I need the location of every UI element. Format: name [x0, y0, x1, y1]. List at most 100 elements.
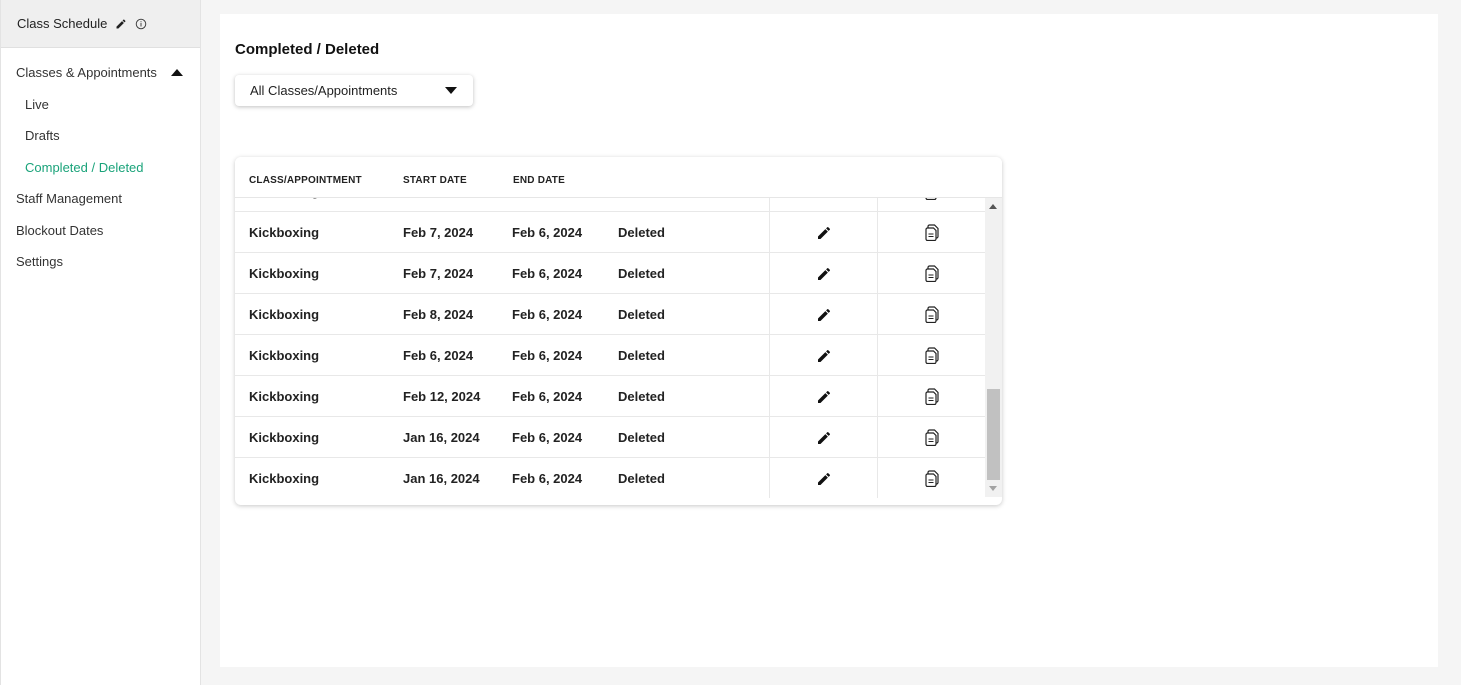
pencil-icon: [817, 472, 830, 485]
cell-class-name: Kickboxing: [249, 307, 320, 322]
cell-start-date: Feb 7, 2024: [403, 198, 473, 212]
table-header: CLASS/APPOINTMENT START DATE END DATE: [235, 157, 1002, 198]
cell-class-name: Kickboxing: [249, 471, 320, 486]
table-row: Kickboxing Feb 7, 2024 Feb 6, 2024 Delet…: [235, 253, 985, 294]
duplicate-button[interactable]: [877, 294, 985, 335]
copy-icon: [924, 198, 937, 200]
main-panel: Completed / Deleted All Classes/Appointm…: [220, 14, 1438, 667]
duplicate-button[interactable]: [877, 335, 985, 376]
cell-status: Deleted: [618, 471, 665, 486]
nav-classes-appointments[interactable]: Classes & Appointments: [1, 62, 200, 94]
cell-status: Deleted: [618, 198, 665, 212]
duplicate-button[interactable]: [877, 376, 985, 417]
copy-icon: [924, 470, 939, 487]
duplicate-button[interactable]: [877, 212, 985, 253]
cell-start-date: Feb 12, 2024: [403, 389, 481, 404]
table-row: Kickboxing Feb 12, 2024 Feb 6, 2024 Dele…: [235, 376, 985, 417]
header-class-appointment[interactable]: CLASS/APPOINTMENT: [249, 175, 362, 186]
scrollbar-thumb[interactable]: [987, 389, 1000, 480]
cell-end-date: Feb 6, 2024: [512, 225, 583, 240]
duplicate-button[interactable]: [877, 458, 985, 498]
caret-up-icon: [170, 69, 183, 76]
cell-start-date: Jan 16, 2024: [403, 471, 480, 486]
header-start-date[interactable]: START DATE: [403, 175, 467, 186]
schedule-title: Class Schedule: [17, 16, 108, 31]
info-icon[interactable]: [135, 18, 147, 30]
filter-selected-value: All Classes/Appointments: [250, 83, 398, 98]
nav-settings[interactable]: Settings: [1, 251, 200, 283]
cell-class-name: Kickboxing: [249, 348, 320, 363]
cell-end-date: Feb 6, 2024: [512, 266, 583, 281]
nav-staff-management[interactable]: Staff Management: [1, 188, 200, 220]
cell-start-date: Feb 7, 2024: [403, 266, 474, 281]
duplicate-button[interactable]: [877, 417, 985, 458]
pencil-icon: [817, 390, 830, 403]
cell-class-name: Kickboxing: [249, 389, 320, 404]
cell-end-date: Feb 6, 2024: [512, 348, 583, 363]
copy-icon: [924, 429, 939, 446]
nav-completed-deleted[interactable]: Completed / Deleted: [1, 157, 200, 189]
table-row: Kickboxing Feb 8, 2024 Feb 6, 2024 Delet…: [235, 294, 985, 335]
edit-button[interactable]: [769, 198, 877, 212]
edit-button[interactable]: [769, 458, 877, 498]
copy-icon: [924, 347, 939, 364]
cell-start-date: Jan 16, 2024: [403, 430, 480, 445]
page-title: Completed / Deleted: [235, 41, 380, 58]
table-body: Kickboxing Feb 7, 2024 Feb 6, 2024 Delet…: [235, 198, 985, 498]
header-end-date[interactable]: END DATE: [513, 175, 565, 186]
edit-button[interactable]: [769, 212, 877, 253]
table-body-viewport[interactable]: Kickboxing Feb 7, 2024 Feb 6, 2024 Delet…: [235, 198, 985, 498]
edit-button[interactable]: [769, 417, 877, 458]
cell-class-name: Kickboxing: [249, 266, 320, 281]
filter-dropdown[interactable]: All Classes/Appointments: [235, 75, 473, 106]
cell-start-date: Feb 7, 2024: [403, 225, 474, 240]
nav-drafts[interactable]: Drafts: [1, 125, 200, 157]
chevron-down-icon: [445, 87, 457, 94]
nav-live[interactable]: Live: [1, 94, 200, 126]
edit-button[interactable]: [769, 294, 877, 335]
sidebar: Class Schedule Classes & Appointments Li…: [0, 0, 201, 685]
cell-class-name: Kickboxing: [249, 430, 320, 445]
pencil-icon: [817, 308, 830, 321]
copy-icon: [924, 265, 939, 282]
table-row: Kickboxing Jan 16, 2024 Feb 6, 2024 Dele…: [235, 417, 985, 458]
duplicate-button[interactable]: [877, 253, 985, 294]
cell-class-name: Kickboxing: [249, 198, 319, 212]
cell-end-date: Feb 6, 2024: [512, 307, 583, 322]
copy-icon: [924, 224, 939, 241]
cell-status: Deleted: [618, 266, 665, 281]
table-row: Kickboxing Feb 7, 2024 Feb 6, 2024 Delet…: [235, 212, 985, 253]
cell-status: Deleted: [618, 307, 665, 322]
cell-status: Deleted: [618, 430, 665, 445]
cell-end-date: Feb 6, 2024: [512, 198, 582, 212]
copy-icon: [924, 306, 939, 323]
pencil-icon[interactable]: [115, 18, 127, 30]
cell-start-date: Feb 6, 2024: [403, 348, 474, 363]
nav-classes-label: Classes & Appointments: [16, 65, 157, 80]
duplicate-button[interactable]: [877, 198, 985, 212]
edit-button[interactable]: [769, 376, 877, 417]
table-row: Kickboxing Feb 6, 2024 Feb 6, 2024 Delet…: [235, 335, 985, 376]
pencil-icon: [816, 198, 832, 200]
cell-end-date: Feb 6, 2024: [512, 471, 583, 486]
pencil-icon: [817, 267, 830, 280]
scroll-up-arrow-icon[interactable]: [989, 204, 997, 209]
cell-status: Deleted: [618, 348, 665, 363]
cell-end-date: Feb 6, 2024: [512, 389, 583, 404]
pencil-icon: [817, 431, 830, 444]
cell-status: Deleted: [618, 389, 665, 404]
scroll-down-arrow-icon[interactable]: [989, 486, 997, 491]
edit-button[interactable]: [769, 253, 877, 294]
pencil-icon: [817, 226, 830, 239]
copy-icon: [924, 388, 939, 405]
edit-button[interactable]: [769, 335, 877, 376]
sidebar-nav: Classes & Appointments Live Drafts Compl…: [1, 48, 200, 283]
table-scrollbar[interactable]: [985, 198, 1002, 497]
cell-class-name: Kickboxing: [249, 225, 320, 240]
sidebar-header: Class Schedule: [1, 0, 200, 48]
cell-status: Deleted: [618, 225, 665, 240]
cell-start-date: Feb 8, 2024: [403, 307, 474, 322]
table-row: Kickboxing Feb 7, 2024 Feb 6, 2024 Delet…: [235, 198, 985, 212]
nav-blockout-dates[interactable]: Blockout Dates: [1, 220, 200, 252]
pencil-icon: [817, 349, 830, 362]
